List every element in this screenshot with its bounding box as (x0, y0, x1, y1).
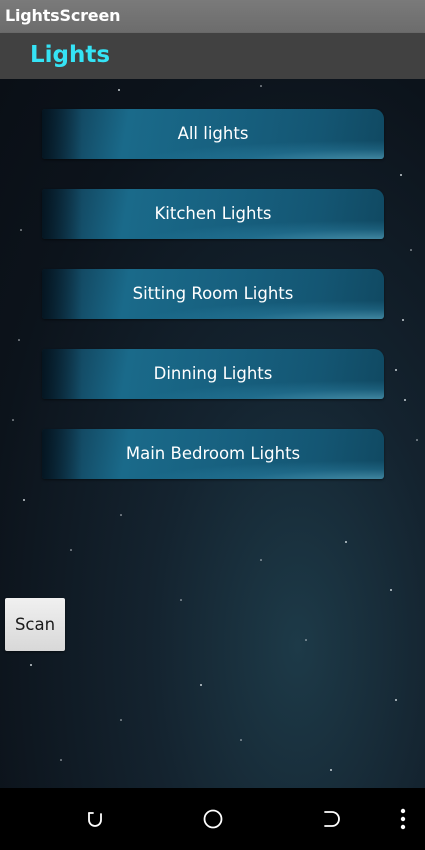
star (395, 369, 397, 371)
star (400, 174, 402, 176)
main-bedroom-lights-button[interactable]: Main Bedroom Lights (42, 429, 384, 479)
star (120, 719, 122, 721)
star (404, 399, 406, 401)
star (12, 419, 14, 421)
window-title: LightsScreen (5, 6, 121, 25)
home-icon[interactable] (201, 807, 225, 831)
kitchen-lights-button[interactable]: Kitchen Lights (42, 189, 384, 239)
recent-apps-icon[interactable] (83, 807, 107, 831)
button-label: Dinning Lights (153, 364, 273, 383)
star (118, 89, 120, 91)
star (60, 759, 62, 761)
star (390, 589, 392, 591)
page-title: Lights (30, 42, 111, 68)
screen-header: Lights (0, 33, 425, 79)
back-icon[interactable] (320, 807, 344, 831)
button-label: All lights (177, 124, 249, 143)
overflow-menu-icon[interactable] (391, 807, 415, 831)
star (23, 499, 25, 501)
star (30, 664, 32, 666)
navigation-bar (0, 788, 425, 850)
star (20, 229, 22, 231)
star (345, 541, 347, 543)
dinning-lights-button[interactable]: Dinning Lights (42, 349, 384, 399)
star (260, 559, 262, 561)
button-label: Sitting Room Lights (132, 284, 294, 303)
star (200, 684, 202, 686)
title-bar: LightsScreen (0, 0, 425, 33)
button-label: Kitchen Lights (154, 204, 272, 223)
star (416, 439, 418, 441)
star (410, 249, 412, 251)
star (260, 85, 262, 87)
star (18, 339, 20, 341)
button-label: Main Bedroom Lights (125, 444, 301, 463)
star (120, 514, 122, 516)
star (70, 549, 72, 551)
all-lights-button[interactable]: All lights (42, 109, 384, 159)
star (180, 599, 182, 601)
star (330, 769, 332, 771)
star (305, 639, 307, 641)
sitting-room-lights-button[interactable]: Sitting Room Lights (42, 269, 384, 319)
star (240, 739, 242, 741)
scan-button[interactable]: Scan (5, 598, 65, 651)
star (402, 319, 404, 321)
star (395, 699, 397, 701)
